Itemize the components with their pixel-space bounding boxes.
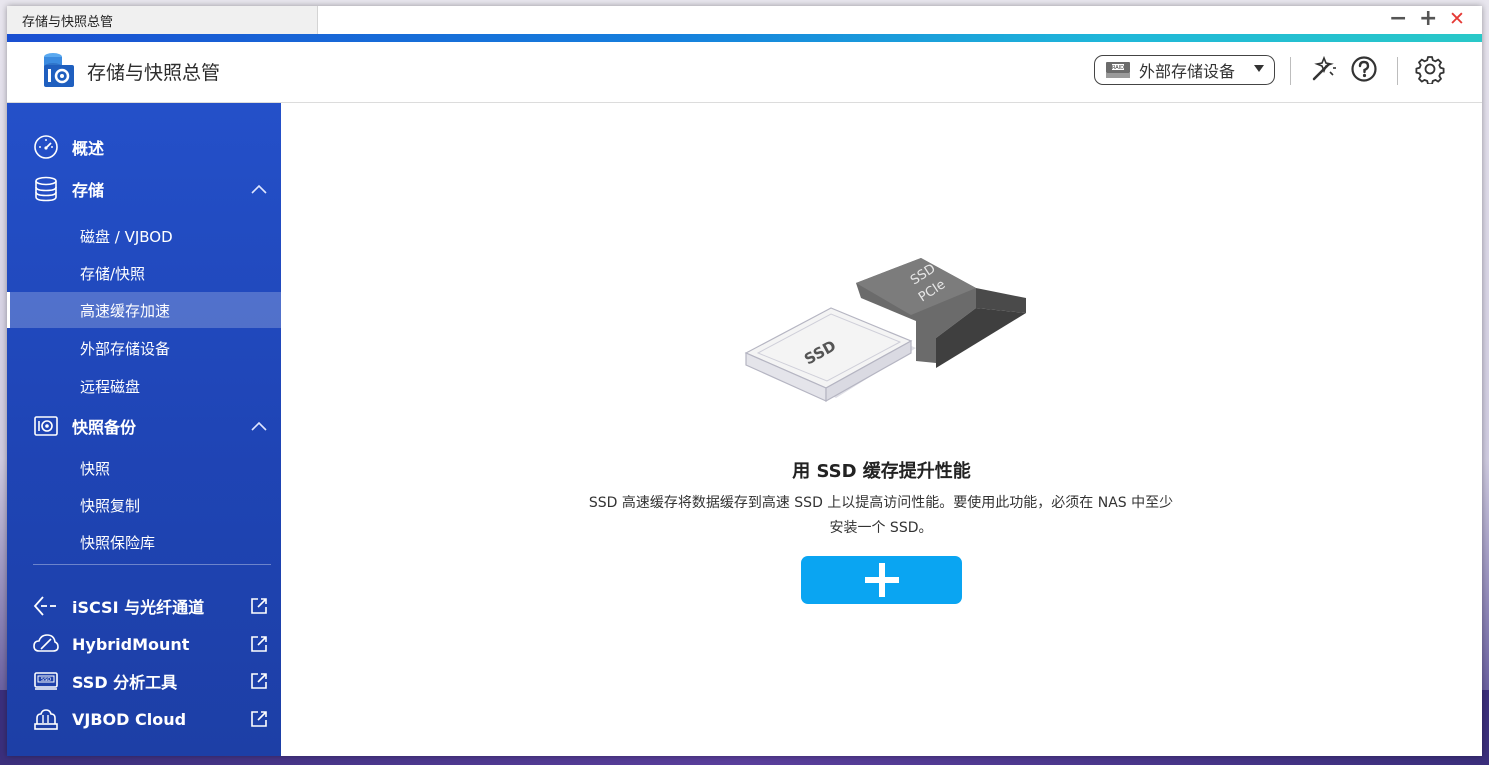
plus-icon [879,563,885,597]
sidebar-item-label: 快照备份 [72,418,137,437]
sidebar-item-label: 快照 [80,459,111,478]
help-icon[interactable] [1349,54,1379,84]
sidebar-item-label: iSCSI 与光纤通道 [72,598,205,617]
device-selector-dropdown[interactable]: RAID 外部存储设备 [1094,55,1275,85]
app-window: 存储与快照总管 − + ✕ 存储与快照总管 RAID 外部存储设备 概述 存储 … [7,6,1482,756]
sidebar-subitem-snapshots[interactable]: 快照 [7,450,281,486]
ssd-icon: SSD [34,672,58,690]
sidebar-link-iscsi[interactable]: iSCSI 与光纤通道 [7,588,281,624]
external-link-icon [251,711,267,727]
external-link-icon [251,636,267,652]
empty-state-title: 用 SSD 缓存提升性能 [792,461,971,482]
maximize-button[interactable]: + [1419,7,1437,31]
description-line: 安装一个 SSD。 [829,520,933,536]
sidebar-subitem-external-storage[interactable]: 外部存储设备 [7,330,281,366]
sidebar-divider [33,564,271,565]
header-divider [1397,57,1398,85]
sidebar-item-overview[interactable]: 概述 [7,129,281,165]
sidebar-item-label: 外部存储设备 [80,339,171,358]
title-bar: 存储与快照总管 − + ✕ [7,6,1482,34]
sidebar-subitem-storage-snapshots[interactable]: 存储/快照 [7,255,281,291]
magic-wand-icon[interactable] [1308,54,1338,84]
sidebar-item-label: 存储 [72,181,105,200]
camera-icon [34,416,58,436]
empty-state-description: SSD 高速缓存将数据缓存到高速 SSD 上以提高访问性能。要使用此功能，必须在… [566,491,1196,541]
app-title: 存储与快照总管 [87,62,221,84]
storage-snapshot-logo-icon [44,53,74,87]
sidebar-link-vjbod-cloud[interactable]: VJBOD Cloud [7,701,281,737]
vjbod-cloud-icon [34,709,58,730]
close-button[interactable]: ✕ [1449,7,1465,31]
sidebar-subitem-disks-vjbod[interactable]: 磁盘 / VJBOD [7,218,281,254]
sidebar-item-label: 高速缓存加速 [80,301,171,320]
sidebar-item-label: 远程磁盘 [80,377,141,396]
chevron-up-icon [251,184,267,194]
sidebar-link-hybridmount[interactable]: HybridMount [7,626,281,662]
svg-text:RAID: RAID [1112,65,1124,71]
sidebar-item-label: SSD 分析工具 [72,673,178,692]
sidebar-subitem-snapshot-replica[interactable]: 快照复制 [7,487,281,523]
sidebar-item-label: 磁盘 / VJBOD [80,227,173,246]
window-title: 存储与快照总管 [22,14,114,29]
external-link-icon [251,673,267,689]
app-header: 存储与快照总管 RAID 外部存储设备 [7,42,1482,103]
sidebar-item-label: HybridMount [72,634,190,654]
sidebar-item-label: 存储/快照 [80,264,146,283]
sidebar-item-label: 快照保险库 [80,533,156,552]
ssd-pcie-illustration-icon: SSD PCIe SSD [744,258,1026,403]
sidebar-item-label: 概述 [72,139,105,158]
chevron-up-icon [251,421,267,431]
window-tab[interactable]: 存储与快照总管 [7,6,318,34]
sidebar-item-label: VJBOD Cloud [72,709,187,729]
device-selector-value: 外部存储设备 [1139,62,1236,81]
dashboard-icon [34,135,58,159]
main-content: SSD PCIe SSD 用 SSD 缓存提升性能 SSD 高速缓存将数据缓存到… [281,103,1482,756]
settings-icon[interactable] [1415,54,1445,84]
cloud-icon [33,634,59,652]
sidebar-link-ssd-profiling-tool[interactable]: SSD SSD 分析工具 [7,663,281,699]
chevron-down-icon [1254,65,1264,72]
sidebar-subitem-snapshot-vault[interactable]: 快照保险库 [7,524,281,560]
minimize-button[interactable]: − [1389,7,1407,31]
iscsi-icon [33,596,56,616]
sidebar-subitem-cache-acceleration[interactable]: 高速缓存加速 [7,292,281,328]
add-ssd-cache-button[interactable] [801,556,962,604]
sidebar: 概述 存储 磁盘 / VJBOD 存储/快照 高速缓存加速 外部存储设备 远程磁… [7,103,281,756]
database-icon [35,176,57,202]
sidebar-item-snapshot-backup[interactable]: 快照备份 [7,408,281,444]
svg-text:SSD: SSD [41,677,51,683]
external-link-icon [251,598,267,614]
raid-icon: RAID [1106,62,1130,78]
header-divider [1290,57,1291,85]
sidebar-subitem-remote-disk[interactable]: 远程磁盘 [7,368,281,404]
sidebar-item-storage[interactable]: 存储 [7,171,281,207]
sidebar-item-label: 快照复制 [80,496,141,515]
accent-bar [7,34,1482,42]
description-line: SSD 高速缓存将数据缓存到高速 SSD 上以提高访问性能。要使用此功能，必须在… [588,495,1174,511]
